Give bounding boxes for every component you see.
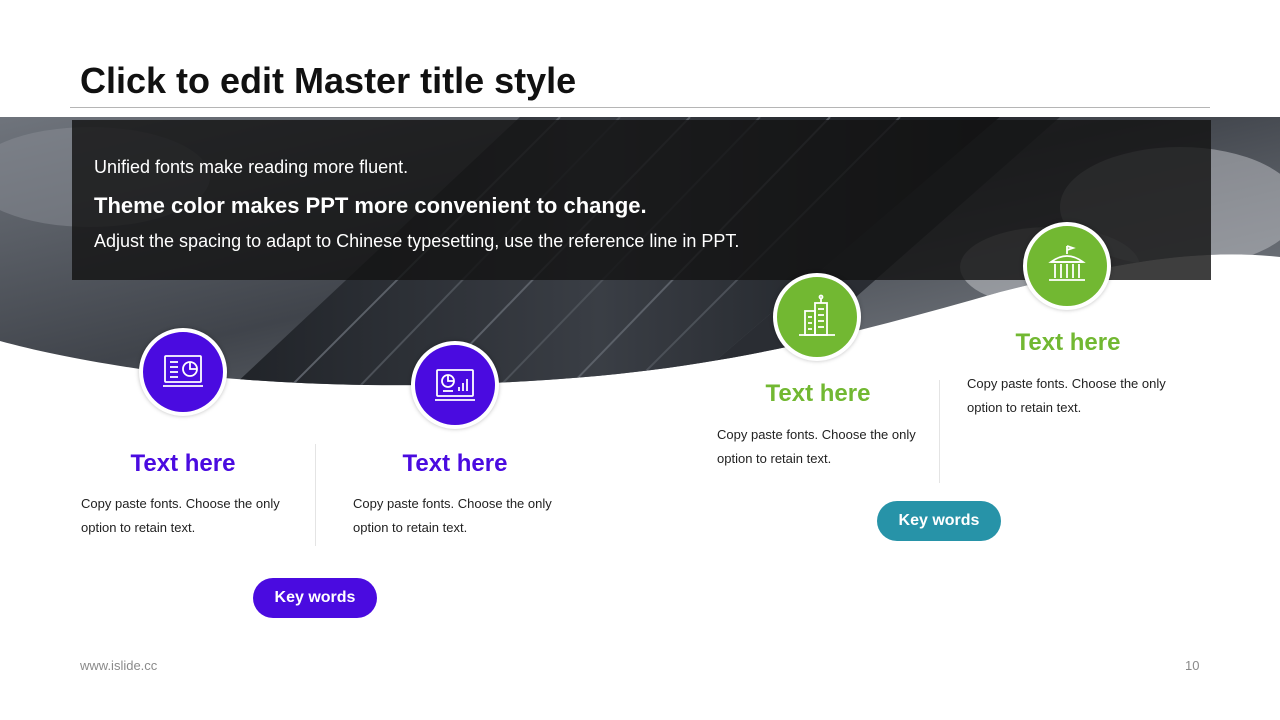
item-4-icon-circle	[1023, 222, 1111, 310]
footer-website: www.islide.cc	[80, 658, 158, 673]
page-number: 10	[1185, 658, 1200, 673]
banner-line-3: Adjust the spacing to adapt to Chinese t…	[94, 231, 740, 251]
item-1-icon-circle	[139, 328, 227, 416]
item-divider-2	[939, 380, 940, 483]
item-2-description: Copy paste fonts. Choose the only option…	[353, 496, 552, 535]
item-4-description: Copy paste fonts. Choose the only option…	[967, 376, 1166, 415]
banner-line-2: Theme color makes PPT more convenient to…	[94, 193, 647, 218]
presentation-board-icon	[163, 355, 203, 387]
office-building-icon	[799, 294, 835, 336]
banner-line-1: Unified fonts make reading more fluent.	[94, 157, 409, 177]
item-3-heading: Text here	[765, 380, 871, 407]
item-3-description: Copy paste fonts. Choose the only option…	[717, 427, 916, 466]
title-divider	[70, 107, 1210, 108]
item-divider-1	[315, 444, 316, 546]
item-3-icon-circle	[773, 273, 861, 361]
item-1-heading: Text here	[130, 450, 236, 477]
keywords-button-1[interactable]: Key words	[253, 578, 377, 618]
government-building-icon	[1048, 245, 1086, 281]
slide-title: Click to edit Master title style	[80, 60, 577, 101]
analytics-chart-icon	[435, 369, 475, 401]
item-1-description: Copy paste fonts. Choose the only option…	[81, 496, 280, 535]
keywords-button-2[interactable]: Key words	[877, 501, 1001, 541]
item-2-icon-circle	[411, 341, 499, 429]
item-4-heading: Text here	[1015, 329, 1121, 356]
item-2-heading: Text here	[402, 450, 508, 477]
